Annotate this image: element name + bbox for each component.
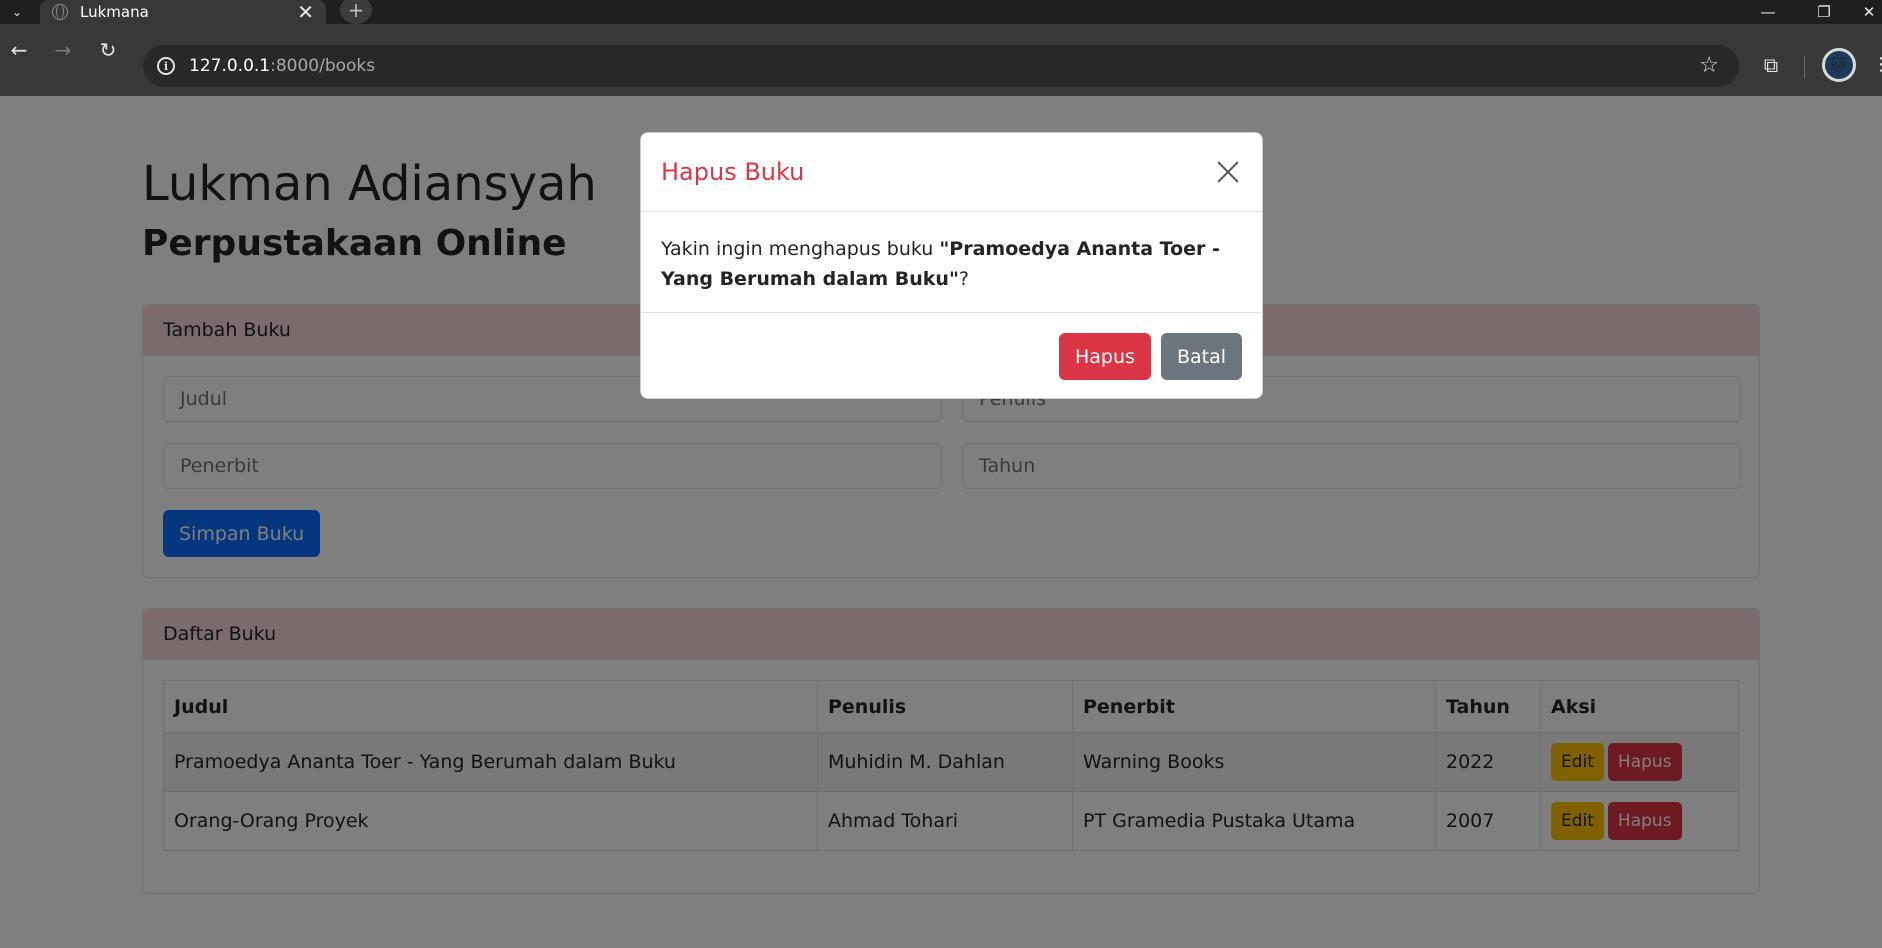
browser-tab[interactable]: Lukmana ✕ [40, 0, 326, 24]
minimize-icon[interactable]: — [1748, 0, 1788, 24]
extensions-puzzle-icon[interactable]: ⧉ [1758, 52, 1784, 78]
confirm-delete-button[interactable]: Hapus [1059, 333, 1151, 380]
restore-icon[interactable]: ❐ [1804, 0, 1844, 24]
browser-tab-strip: ⌄ Lukmana ✕ + — ❐ ✕ [0, 0, 1882, 24]
modal-footer: Hapus Batal [641, 313, 1262, 398]
window-close-icon[interactable]: ✕ [1856, 0, 1882, 24]
forward-arrow-icon[interactable]: → [46, 33, 80, 67]
new-tab-button[interactable]: + [340, 0, 372, 24]
toolbar-divider [1804, 56, 1805, 78]
more-menu-icon[interactable]: ⋮ [1872, 54, 1882, 75]
reload-icon[interactable]: ↻ [91, 33, 125, 67]
close-icon[interactable] [1214, 158, 1242, 186]
address-bar[interactable]: i 127.0.0.1:8000/books ☆ [143, 45, 1739, 87]
profile-avatar[interactable]: 🐱 [1822, 48, 1856, 82]
tab-title: Lukmana [80, 3, 149, 21]
url-text: 127.0.0.1:8000/books [189, 56, 376, 76]
modal-title: Hapus Buku [661, 158, 805, 186]
page-viewport: Lukman Adiansyah Perpustakaan Online Tam… [0, 96, 1882, 948]
bookmark-star-icon[interactable]: ☆ [1699, 53, 1719, 78]
chevron-down-icon[interactable]: ⌄ [4, 0, 30, 24]
back-arrow-icon[interactable]: ← [2, 33, 36, 67]
tab-close-icon[interactable]: ✕ [297, 2, 314, 22]
globe-icon [52, 4, 68, 20]
cancel-button[interactable]: Batal [1160, 333, 1242, 380]
delete-confirm-modal: Hapus Buku Yakin ingin menghapus buku "P… [640, 132, 1263, 399]
modal-header: Hapus Buku [641, 133, 1262, 212]
modal-message: Yakin ingin menghapus buku "Pramoedya An… [641, 212, 1262, 313]
site-info-icon[interactable]: i [157, 57, 175, 75]
